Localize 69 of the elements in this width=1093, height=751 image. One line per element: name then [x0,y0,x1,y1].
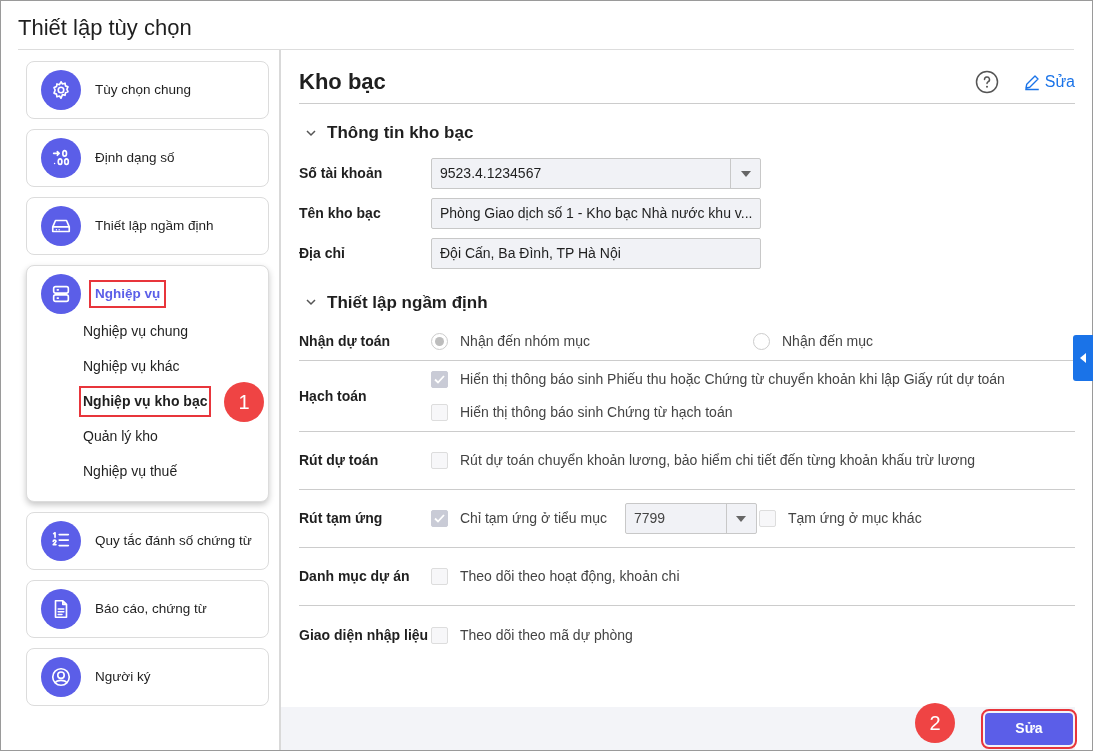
sidebar-label: Nghiệp vụ [89,279,167,309]
option-label: Hiển thị thông báo sinh Phiếu thu hoặc Chứng từ chuyển khoản khi lập Giấy rút dự toán [460,370,1005,389]
row-label: Rút tạm ứng [299,509,384,528]
field-label: Địa chỉ [299,244,346,263]
sidebar-label: Quy tắc đánh số chứng từ [94,531,253,550]
input-field[interactable]: Đội Cấn, Ba Đình, TP Hà Nội [431,238,761,269]
row-label: Giao diện nhập liệu [299,625,430,645]
sidebar-card[interactable]: Thiết lập ngầm định [26,197,269,255]
person-icon [41,657,81,697]
submenu-item[interactable]: Nghiệp vụ chung [79,316,193,347]
submenu-item[interactable]: Nghiệp vụ khác [79,351,184,382]
checkbox[interactable] [431,626,448,644]
dropdown-icon [740,170,751,177]
side-panel-toggle[interactable] [1073,335,1093,381]
sidebar-label: Báo cáo, chứng từ [94,599,208,618]
checkbox[interactable] [431,510,448,527]
sidebar-label: Tùy chọn chung [94,80,193,99]
checkmark-icon [434,514,445,523]
help-icon[interactable] [974,69,999,94]
caret-icon [1080,353,1086,363]
submenu-item[interactable]: Quản lý kho [79,421,162,452]
row-label: Danh mục dự án [299,567,411,586]
option-label: Theo dõi theo hoạt động, khoản chi [460,567,680,586]
option-label: Chỉ tạm ứng ở tiểu mục [460,509,607,528]
document-icon [41,589,81,629]
select-field[interactable]: 9523.4.1234567 [431,158,761,189]
sidebar-label: Thiết lập ngầm định [94,216,215,235]
sidebar-label: Định dạng số [94,148,176,167]
step-marker: 1 [224,382,264,422]
option-label: Hiển thị thông báo sinh Chứng từ hạch toán [460,403,733,422]
submenu-item[interactable]: Nghiệp vụ kho bạc [79,386,212,417]
page-title: Kho bạc [299,68,387,96]
numbered-list-icon [41,521,81,561]
checkbox[interactable] [431,404,448,421]
checkbox[interactable] [758,510,776,527]
submenu-item[interactable]: Nghiệp vụ thuế [79,456,182,487]
option-label: Theo dõi theo mã dự phòng [460,625,633,645]
row-label: Hạch toán [299,386,368,406]
section-title: Thông tin kho bạc [327,122,474,144]
edit-link[interactable]: Sửa [1022,69,1075,94]
number-format-icon [41,138,81,178]
checkbox[interactable] [431,371,448,388]
input-field[interactable]: Phòng Giao dịch số 1 - Kho bạc Nhà nước khu v... [431,198,761,229]
option-label: Rút dự toán chuyển khoản lương, bảo hiểm chi tiết đến từng khoản khấu trừ lương [460,451,976,470]
step-marker: 2 [915,703,955,743]
option-label: Nhận đến mục [782,332,874,351]
select-field[interactable]: 7799 [624,503,757,534]
option-label: Tạm ứng ở mục khác [787,509,922,528]
settings-icon [41,70,81,110]
section-title: Thiết lập ngầm định [327,291,488,314]
checkbox[interactable] [431,452,448,469]
option-label: Nhận đến nhóm mục [460,332,590,351]
window-title: Thiết lập tùy chọn [17,14,193,42]
row-label: Rút dự toán [299,451,380,470]
sidebar-card[interactable]: Quy tắc đánh số chứng từ [26,512,269,570]
checkmark-icon [434,375,445,384]
field-label: Số tài khoản [299,164,384,183]
drive-icon [41,206,81,246]
server-icon [41,274,81,314]
sidebar-card[interactable]: Người ký [26,648,269,706]
sidebar-card[interactable]: Nghiệp vụ Nghiệp vụ chung Nghiệp vụ khác Nghiệp vụ kho bạc 1 Quản lý kho Nghiệp vụ thuế [26,265,269,502]
field-label: Tên kho bạc [299,204,382,223]
sidebar-card[interactable]: Báo cáo, chứng từ [26,580,269,638]
checkbox[interactable] [431,568,448,585]
sidebar-card[interactable]: Tùy chọn chung [26,61,269,119]
dropdown-icon [736,515,747,522]
row-label: Nhận dự toán [299,332,392,351]
sidebar-card[interactable]: Định dạng số [26,129,269,187]
sidebar-label: Người ký [94,667,152,686]
